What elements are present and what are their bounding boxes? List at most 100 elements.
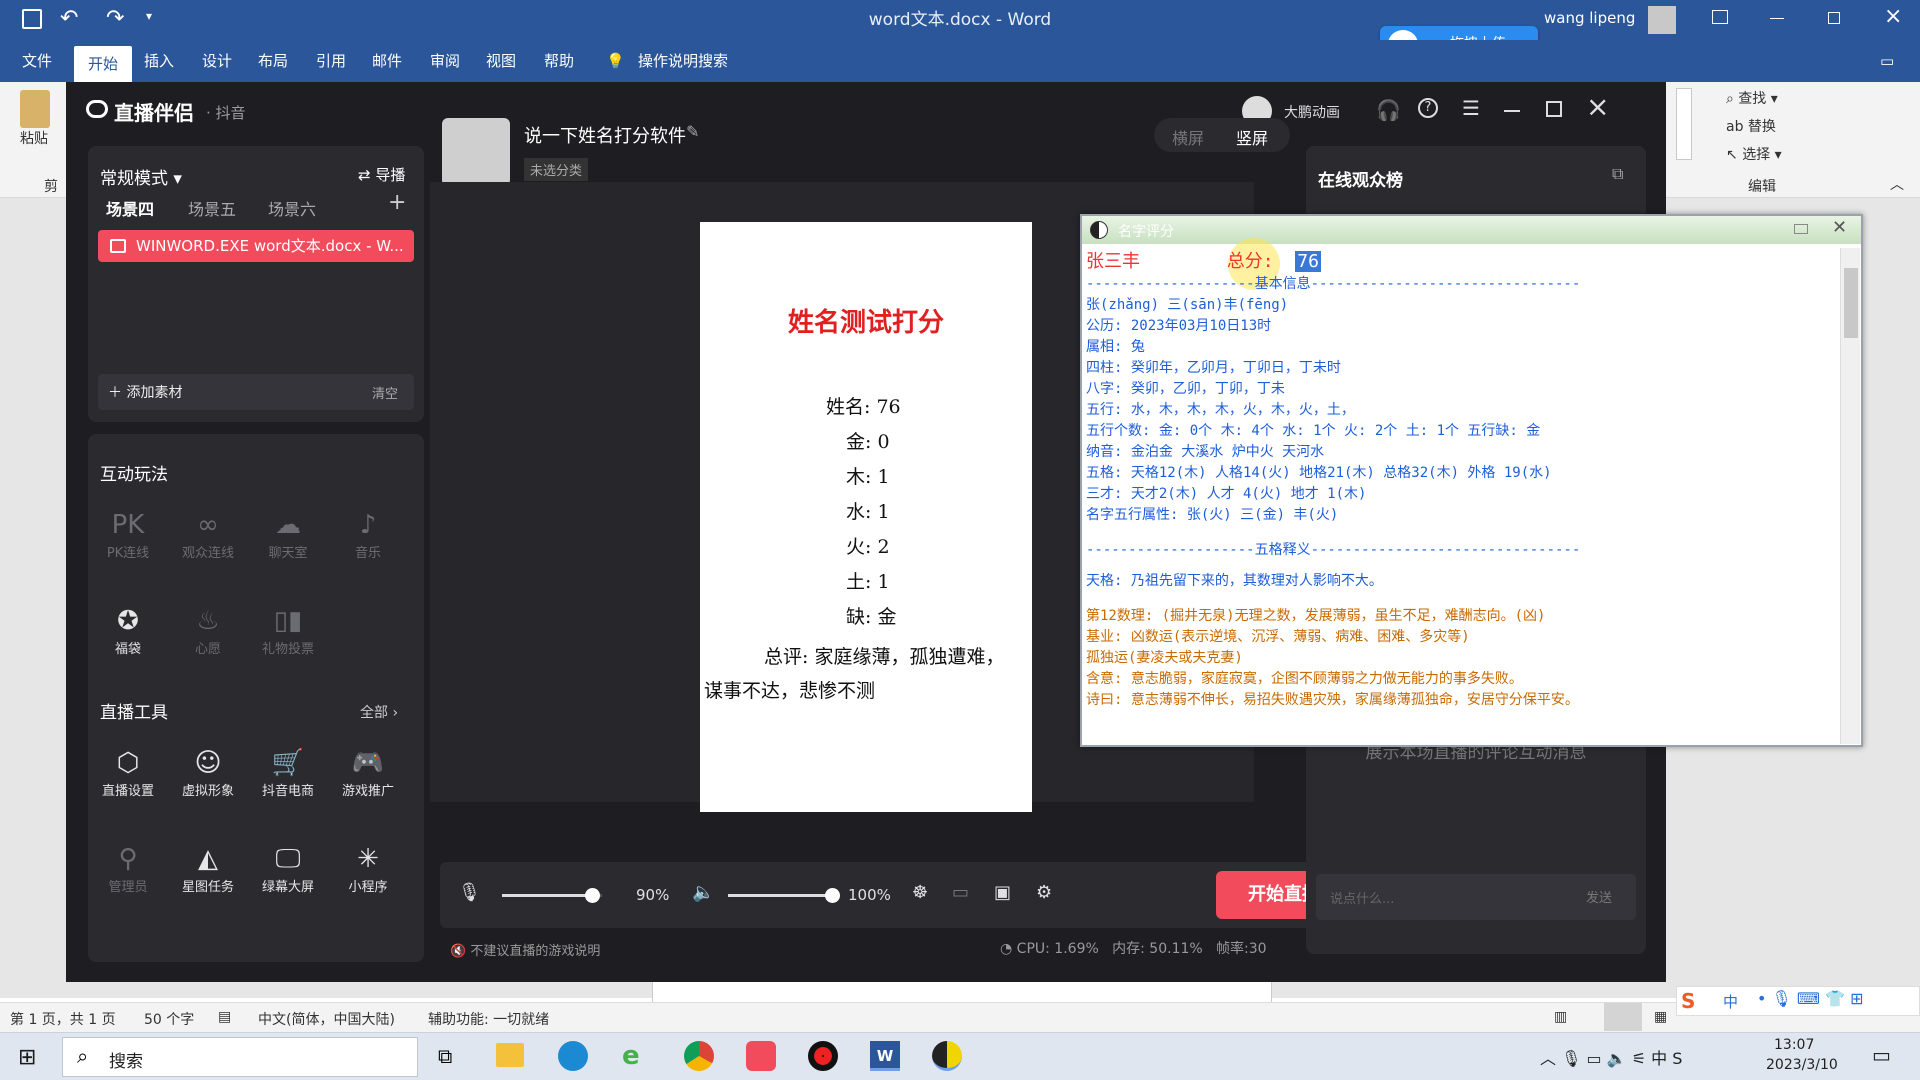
- microphone-icon[interactable]: 🎙: [458, 882, 481, 903]
- ecommerce-button[interactable]: 🛒 抖音电商: [250, 746, 326, 799]
- language[interactable]: 中文(简体，中国大陆): [258, 1009, 395, 1029]
- ime-mode[interactable]: 中: [1723, 991, 1738, 1012]
- word-count[interactable]: 50 个字: [144, 1009, 194, 1029]
- audience-link-button[interactable]: ∞ 观众连线: [170, 508, 246, 561]
- live-companion-icon[interactable]: [746, 1041, 776, 1071]
- tell-me-search[interactable]: 操作说明搜索: [638, 40, 728, 82]
- sogou-icon[interactable]: S: [1681, 989, 1695, 1013]
- tab-scene-4[interactable]: 场景四: [106, 196, 154, 220]
- help-icon[interactable]: ?: [1418, 98, 1438, 118]
- portrait-option[interactable]: 竖屏: [1236, 125, 1268, 149]
- send-button[interactable]: 发送: [1586, 887, 1612, 906]
- game-promo-button[interactable]: 🎮 游戏推广: [330, 746, 406, 799]
- chrome-icon[interactable]: [684, 1041, 714, 1071]
- web-layout-icon[interactable]: ▦: [1654, 1009, 1667, 1025]
- edge-icon[interactable]: [558, 1041, 588, 1071]
- minimize-icon[interactable]: [1770, 18, 1784, 19]
- comment-input[interactable]: 说点什么... 发送: [1316, 874, 1636, 920]
- edit-icon[interactable]: ✎: [686, 122, 699, 141]
- support-icon[interactable]: 🎧: [1376, 98, 1401, 122]
- clear-button[interactable]: 清空: [372, 383, 398, 402]
- mode-dropdown[interactable]: 常规模式 ▾: [100, 164, 182, 189]
- maximize-icon[interactable]: [1794, 224, 1808, 234]
- proofing-icon[interactable]: ▤: [218, 1009, 231, 1025]
- paste-button-label[interactable]: 粘贴: [20, 128, 48, 148]
- live-title[interactable]: 说一下姓名打分软件: [524, 122, 686, 148]
- ribbon-display-icon[interactable]: [1712, 10, 1728, 24]
- close-icon[interactable]: ✕: [1832, 217, 1847, 238]
- minimize-icon[interactable]: [1504, 110, 1520, 112]
- admin-button[interactable]: ⚲ 管理员: [90, 842, 166, 895]
- tab-layout[interactable]: 布局: [258, 40, 288, 82]
- game-hint[interactable]: 🔇 不建议直播的游戏说明: [450, 940, 600, 959]
- camera-icon[interactable]: ▣: [994, 882, 1011, 903]
- replace-button[interactable]: ab 替换: [1726, 116, 1776, 136]
- tray-icons[interactable]: ︿ 🎙 ▭ 🔈 ⚟ 中 S: [1540, 1045, 1682, 1069]
- avatar[interactable]: [1648, 6, 1676, 34]
- tab-review[interactable]: 审阅: [430, 40, 460, 82]
- layout-icon[interactable]: ▭: [952, 882, 969, 903]
- live-settings-button[interactable]: ⬡ 直播设置: [90, 746, 166, 799]
- yin-yang-app-icon[interactable]: [932, 1041, 962, 1071]
- paste-icon[interactable]: [20, 90, 50, 128]
- menu-icon[interactable]: ☰: [1462, 96, 1480, 120]
- task-view-icon[interactable]: ⧉: [438, 1044, 452, 1068]
- maximize-icon[interactable]: [1546, 101, 1562, 117]
- tab-references[interactable]: 引用: [316, 40, 346, 82]
- streamer-avatar[interactable]: [442, 118, 510, 186]
- clock-date[interactable]: 2023/3/10: [1766, 1057, 1838, 1073]
- read-mode-icon[interactable]: ▥: [1554, 1009, 1567, 1025]
- start-icon[interactable]: ⊞: [18, 1045, 36, 1070]
- tab-scene-6[interactable]: 场景六: [268, 196, 316, 220]
- guide-button[interactable]: ⇄ 导播: [358, 164, 405, 185]
- notification-icon[interactable]: ▭: [1872, 1043, 1891, 1067]
- greenscreen-button[interactable]: 🖵 绿幕大屏: [250, 842, 326, 895]
- streamer-name[interactable]: 大鹏动画: [1284, 102, 1340, 122]
- taskbar-search[interactable]: ⌕ 搜索: [62, 1037, 418, 1077]
- record-icon[interactable]: [808, 1041, 838, 1071]
- close-icon[interactable]: ×: [1586, 90, 1609, 123]
- explorer-icon[interactable]: [496, 1043, 524, 1067]
- tab-design[interactable]: 设计: [202, 40, 232, 82]
- scrollbar[interactable]: [1840, 248, 1860, 744]
- tab-home[interactable]: 开始: [74, 46, 133, 82]
- settings-icon[interactable]: ⚙: [1036, 882, 1052, 903]
- beauty-icon[interactable]: ☸: [912, 882, 928, 903]
- landscape-option[interactable]: 横屏: [1172, 125, 1204, 149]
- add-material-button[interactable]: ＋ 添加素材: [108, 382, 182, 402]
- gift-vote-button[interactable]: ▯▮ 礼物投票: [250, 604, 326, 657]
- add-scene-icon[interactable]: +: [388, 190, 406, 215]
- ie-icon[interactable]: e: [622, 1041, 640, 1071]
- scroll-thumb[interactable]: [1844, 268, 1858, 338]
- tab-file[interactable]: 文件: [22, 40, 52, 82]
- speaker-icon[interactable]: 🔈: [692, 882, 714, 903]
- ime-tools-icon[interactable]: • 🎙 ⌨ 👕 ⊞: [1757, 989, 1864, 1008]
- pk-link-button[interactable]: PK PK连线: [90, 508, 166, 561]
- close-icon[interactable]: ×: [1884, 4, 1902, 29]
- user-name[interactable]: wang lipeng: [1544, 9, 1635, 27]
- source-item[interactable]: WINWORD.EXE word文本.docx - W...: [98, 230, 414, 262]
- tab-help[interactable]: 帮助: [544, 40, 574, 82]
- comments-icon[interactable]: ▭: [1880, 40, 1894, 82]
- star-task-button[interactable]: ◭ 星图任务: [170, 842, 246, 895]
- popout-icon[interactable]: ⧉: [1612, 164, 1623, 184]
- page-count[interactable]: 第 1 页，共 1 页: [10, 1009, 116, 1029]
- style-scroll[interactable]: [1676, 88, 1692, 160]
- wish-button[interactable]: ♨ 心愿: [170, 604, 246, 657]
- tab-scene-5[interactable]: 场景五: [188, 196, 236, 220]
- chatroom-button[interactable]: ☁ 聊天室: [250, 508, 326, 561]
- find-button[interactable]: ⌕ 查找 ▾: [1726, 88, 1778, 108]
- music-button[interactable]: ♪ 音乐: [330, 508, 406, 561]
- score-value[interactable]: 76: [1295, 251, 1321, 272]
- all-tools-link[interactable]: 全部 ›: [360, 702, 398, 722]
- print-layout-icon[interactable]: [1604, 1003, 1642, 1031]
- lucky-bag-button[interactable]: ✪ 福袋: [90, 604, 166, 657]
- tab-mailings[interactable]: 邮件: [372, 40, 402, 82]
- mic-volume-slider[interactable]: [502, 888, 602, 903]
- avatar-button[interactable]: ☺ 虚拟形象: [170, 746, 246, 799]
- tab-view[interactable]: 视图: [486, 40, 516, 82]
- clock-time[interactable]: 13:07: [1774, 1037, 1814, 1053]
- tab-insert[interactable]: 插入: [144, 40, 174, 82]
- word-icon[interactable]: W: [870, 1041, 900, 1071]
- collapse-ribbon-icon[interactable]: ︿: [1890, 174, 1904, 194]
